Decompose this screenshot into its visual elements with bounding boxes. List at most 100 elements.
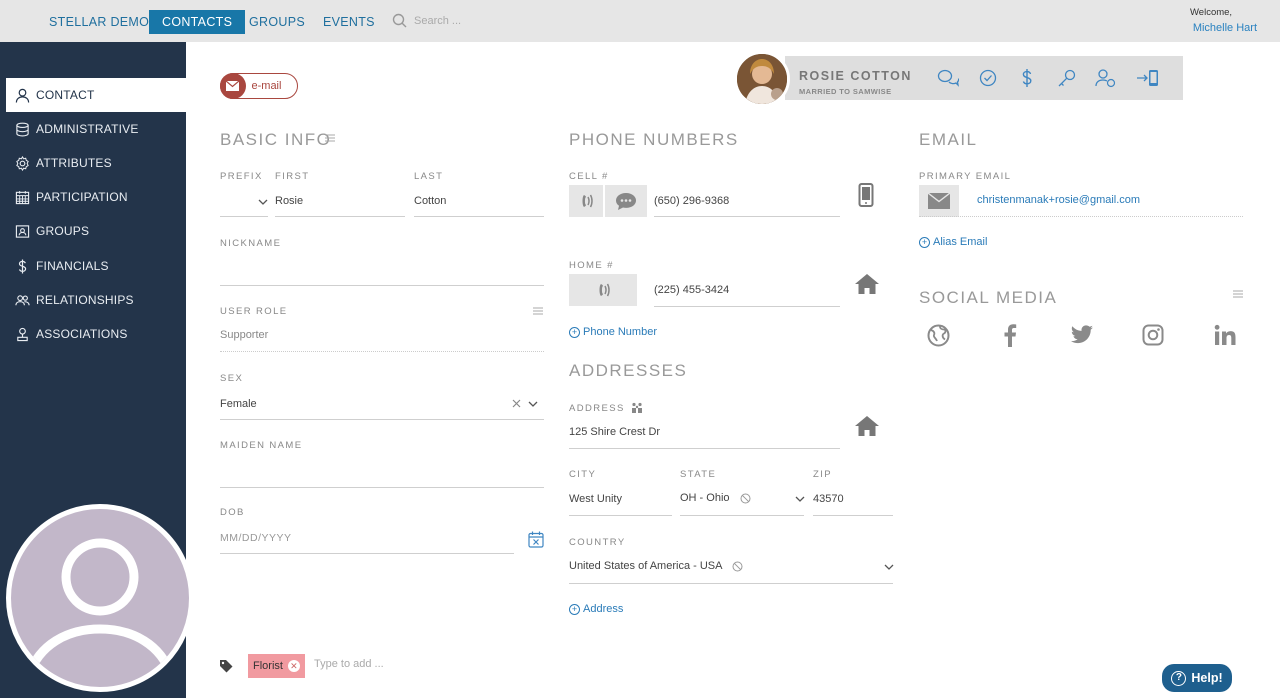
avatar-placeholder[interactable] [6,504,194,692]
sidebar-item-financials[interactable]: FINANCIALS [6,249,186,283]
menu-icon[interactable] [533,306,543,316]
clear-icon[interactable] [512,399,521,408]
menu-icon[interactable] [325,133,335,143]
sidebar-item-relationships[interactable]: RELATIONSHIPS [6,283,186,317]
twitter-icon[interactable] [1070,324,1094,346]
last-name-field[interactable]: Cotton [414,195,446,207]
menu-icon[interactable] [1233,289,1243,299]
sex-select[interactable]: Female [220,398,257,410]
primary-email-label: PRIMARY EMAIL [919,171,1012,182]
sidebar-item-label: FINANCIALS [36,259,109,273]
sidebar-item-label: ATTRIBUTES [36,156,112,170]
cell-phone-field[interactable]: (650) 296-9368 [654,195,729,207]
sidebar-item-label: ADMINISTRATIVE [36,122,139,136]
social-media-title: SOCIAL MEDIA [919,288,1058,307]
zip-label: ZIP [813,469,832,480]
email-button[interactable]: e-mail [219,73,298,99]
chevron-down-icon[interactable] [258,198,268,206]
facebook-icon[interactable] [1000,324,1020,347]
sidebar-item-groups[interactable]: GROUPS [6,214,186,248]
remove-tag-icon[interactable]: ✕ [287,660,300,672]
phone-ring-icon [575,190,597,212]
home-phone-field[interactable]: (225) 455-3424 [654,284,729,296]
chevron-down-icon[interactable] [795,495,805,503]
profile-photo[interactable] [734,51,790,107]
call-home-button[interactable] [569,274,637,306]
prefix-label: PREFIX [220,171,263,182]
first-name-field[interactable]: Rosie [275,195,303,207]
nav-stellar-demo[interactable]: STELLAR DEMO [49,10,149,34]
chevron-down-icon[interactable] [884,563,894,571]
dollar-icon [14,258,30,274]
sex-label: SEX [220,373,244,384]
calendar-clear-icon[interactable] [528,531,544,548]
plus-circle-icon: + [569,326,580,338]
basic-info-title: BASIC INFO [220,130,332,149]
address-field[interactable]: 125 Shire Crest Dr [569,426,660,438]
check-circle-icon[interactable] [978,68,998,88]
dob-field[interactable]: MM/DD/YYYY [220,532,292,544]
last-name-label: LAST [414,171,444,182]
group-icon [14,223,30,239]
add-alias-email-link[interactable]: + Alias Email [919,236,987,248]
add-phone-link[interactable]: + Phone Number [569,326,657,338]
key-icon[interactable] [1057,68,1077,88]
state-select[interactable]: OH - Ohio [680,492,730,504]
sidebar-item-associations[interactable]: ASSOCIATIONS [6,317,186,351]
user-role-value: Supporter [220,329,269,341]
state-label: STATE [680,469,717,480]
association-icon [14,326,30,342]
sidebar-item-label: CONTACT [36,88,95,102]
welcome-text: Welcome, [1190,7,1233,18]
tag-chip[interactable]: Florist ✕ [248,654,305,678]
contact-relationship: MARRIED TO SAMWISE [799,87,892,96]
maiden-name-label: MAIDEN NAME [220,440,303,451]
zip-field[interactable]: 43570 [813,493,844,505]
sms-button[interactable] [605,185,647,217]
send-email-button[interactable] [919,185,959,217]
email-button-label: e-mail [251,80,282,92]
home-label: HOME # [569,260,614,271]
city-field[interactable]: West Unity [569,493,622,505]
address-label: ADDRESS [569,402,643,414]
call-button[interactable] [569,185,603,217]
search-icon[interactable] [392,13,408,29]
sidebar-item-contact[interactable]: CONTACT [6,78,186,112]
nav-contacts[interactable]: CONTACTS [149,10,246,34]
linkedin-icon[interactable] [1214,324,1236,346]
cell-label: CELL # [569,171,609,182]
add-address-link[interactable]: + Address [569,603,623,615]
email-title: EMAIL [919,130,978,149]
no-entry-icon [740,493,751,504]
no-entry-icon [732,561,743,572]
person-icon [14,87,30,103]
instagram-icon[interactable] [1142,324,1164,346]
database-icon [14,121,30,137]
plus-circle-icon: + [569,603,580,615]
nav-events[interactable]: EVENTS [323,10,375,34]
sidebar-item-attributes[interactable]: ATTRIBUTES [6,146,186,180]
mobile-phone-icon[interactable] [858,183,874,207]
user-settings-icon[interactable] [1095,68,1117,88]
country-select[interactable]: United States of America - USA [569,560,722,572]
sidebar-item-participation[interactable]: PARTICIPATION [6,180,186,214]
help-button[interactable]: ? Help! [1162,664,1232,692]
people-icon [14,292,30,308]
home-icon[interactable] [854,273,880,295]
nickname-field[interactable] [220,262,544,278]
maiden-name-field[interactable] [220,464,544,480]
nav-groups[interactable]: GROUPS [249,10,305,34]
sidebar-item-administrative[interactable]: ADMINISTRATIVE [6,112,186,146]
chevron-down-icon[interactable] [528,400,538,408]
primary-email-field[interactable]: christenmanak+rosie@gmail.com [977,194,1140,206]
tag-input[interactable] [314,658,434,670]
mobile-login-icon[interactable] [1136,68,1160,88]
dollar-icon[interactable] [1018,68,1036,88]
user-name-link[interactable]: Michelle Hart [1193,22,1257,34]
globe-icon[interactable] [927,324,950,347]
search-input[interactable] [414,13,524,29]
home-icon[interactable] [854,415,880,437]
chat-icon[interactable] [937,68,959,88]
country-label: COUNTRY [569,537,626,548]
chat-bubble-icon [614,191,638,211]
